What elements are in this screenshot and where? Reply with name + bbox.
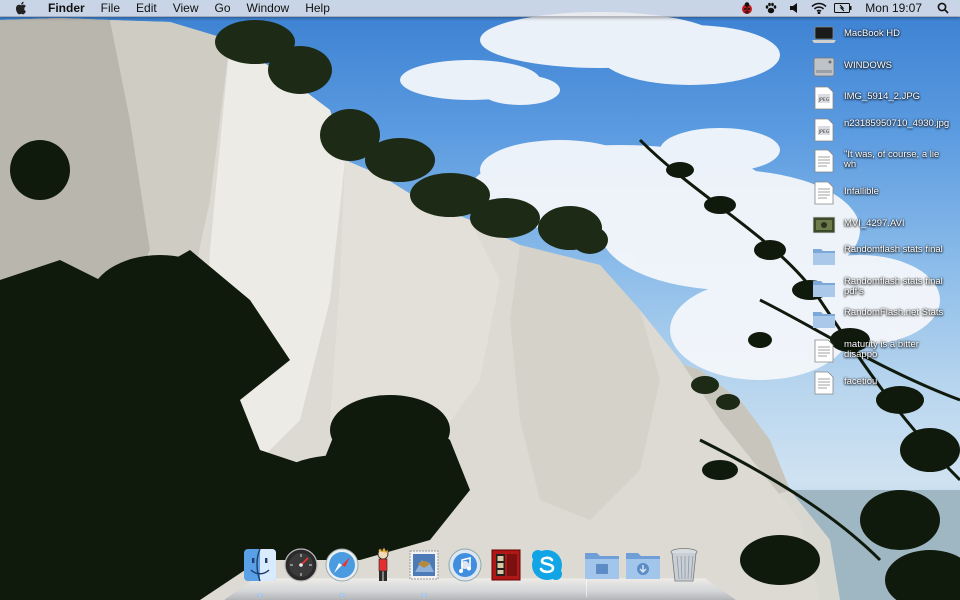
desktop-item-label: Randomflash stats final pdf's [844,275,943,297]
desktop-item-label: Randomflash stats final [844,244,943,256]
desktop-item-randomflash-net-stats[interactable]: RandomFlash.net Stats [812,304,960,336]
dock-item-mail[interactable] [406,548,442,597]
desktop-item-randomflash-stats-final-pdfs[interactable]: Randomflash stats final pdf's [812,273,960,305]
menu-window[interactable]: Window [239,0,298,16]
desktop-item-label: RandomFlash.net Stats [844,307,944,319]
svg-text:JPEG: JPEG [818,97,830,103]
menu-view[interactable]: View [165,0,207,16]
video-file-icon [812,213,836,237]
dock [224,545,736,600]
dock-item-finder[interactable] [242,548,278,597]
dock-item-trash[interactable] [666,547,702,588]
dock-item-itunes[interactable] [447,548,483,586]
desktop-item-label: "It was, of course, a lie wh [844,149,940,171]
dock-item-photo-booth[interactable] [488,548,524,586]
downloads-folder-icon [625,550,661,585]
desktop-item-facetiou[interactable]: facetiou [812,368,960,400]
menu-file[interactable]: File [93,0,128,16]
text-document-icon [812,371,836,395]
folder-icon [812,307,836,331]
running-indicator [257,593,263,597]
dashboard-icon [284,547,318,587]
dock-item-dashboard[interactable] [283,547,319,587]
safari-icon [325,548,359,587]
menu-finder[interactable]: Finder [40,0,93,16]
finder-icon [243,548,277,587]
running-indicator [421,593,427,597]
desktop-item-it-was-of-course[interactable]: "It was, of course, a lie wh [812,146,960,178]
desktop-item-label: facetiou [844,375,878,387]
desktop-item-img-5914[interactable]: JPEG IMG_5914_2.JPG [812,83,960,115]
desktop-item-label: MVI_4297.AVI [844,217,905,229]
wifi-icon[interactable] [810,0,828,16]
desktop-item-label: MacBook HD [844,28,900,39]
desktop-item-windows[interactable]: WINDOWS [812,52,960,84]
jpeg-file-icon: JPEG [812,86,836,110]
itunes-icon [448,548,482,587]
status-area: Mon 19:07 [735,0,960,16]
mail-stamp-icon [407,548,441,587]
calvin-character-icon [368,545,398,588]
desktop-item-label: n23185950710_4930.jpg [844,117,950,129]
dock-item-calvin[interactable] [365,545,401,588]
desktop-item-macbook-hd[interactable]: MacBook HD [812,20,960,52]
desktop-item-infallible[interactable]: Infallible [812,178,960,210]
menu-go[interactable]: Go [207,0,239,16]
apple-logo-icon[interactable] [14,1,28,15]
folder-icon [812,244,836,268]
dock-item-downloads-stack[interactable] [625,548,661,586]
dock-item-safari[interactable] [324,548,360,597]
desktop-item-randomflash-stats-final[interactable]: Randomflash stats final [812,241,960,273]
menu-edit[interactable]: Edit [128,0,165,16]
trash-icon [669,547,699,588]
battery-icon[interactable] [834,0,852,16]
text-document-icon [812,181,836,205]
svg-text:JPEG: JPEG [818,129,830,135]
desktop-item-label: WINDOWS [844,59,893,71]
running-indicator [339,593,345,597]
desktop-item-mvi-4297[interactable]: MVI_4297.AVI [812,210,960,242]
desktop-item-label: Infallible [844,185,879,197]
spotlight-search-icon[interactable] [934,0,952,16]
desktop-item-label: IMG_5914_2.JPG [844,91,921,103]
dock-item-applications-stack[interactable] [584,548,620,586]
volume-icon[interactable] [786,0,804,16]
desktop-item-maturity[interactable]: maturity is a bitter disappo [812,336,960,368]
paw-icon[interactable] [762,0,780,16]
folder-icon [812,276,836,300]
hard-drive-icon [812,55,836,79]
menu-help[interactable]: Help [297,0,338,16]
desktop-icons: MacBook HD WINDOWS JPEG IMG_5914_2.JPG J… [812,20,960,399]
desktop-item-label: maturity is a bitter disappo [844,338,919,360]
text-document-icon [812,339,836,363]
ladybug-icon[interactable] [738,0,756,16]
laptop-drive-icon [812,23,836,47]
desktop-item-n23185950710[interactable]: JPEG n23185950710_4930.jpg [812,115,960,147]
menu-bar-clock[interactable]: Mon 19:07 [855,0,931,16]
photo-booth-icon [489,548,523,587]
applications-folder-icon [584,550,620,585]
menu-bar: Finder File Edit View Go Window Help Mon… [0,0,960,17]
text-document-icon [812,149,836,173]
skype-icon [530,548,564,587]
dock-item-skype[interactable] [529,548,565,586]
jpeg-file-icon: JPEG [812,118,836,142]
